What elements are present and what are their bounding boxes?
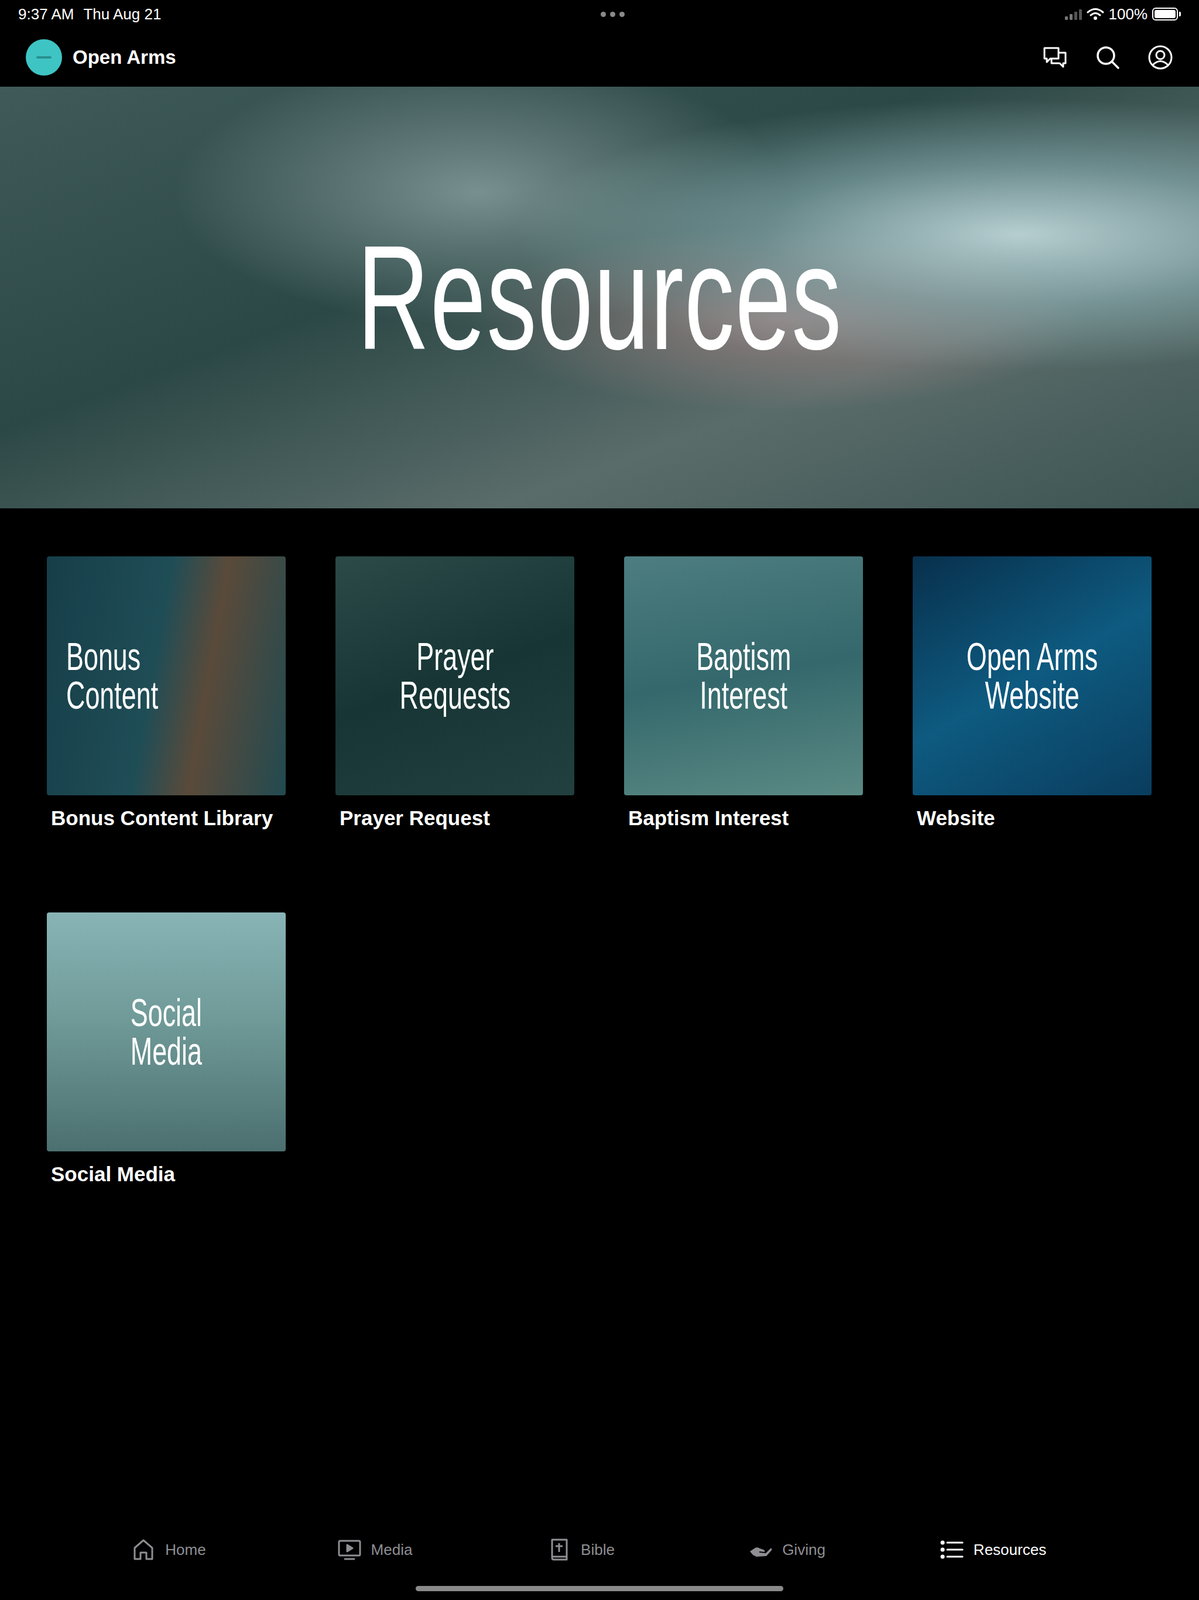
hero-banner: Resources (0, 86, 1199, 509)
bible-icon (546, 1536, 572, 1562)
list-icon (939, 1536, 965, 1562)
status-right: 100% (1064, 2, 1182, 26)
tab-label: Home (165, 1537, 206, 1561)
tab-bar: Home Media Bible Giving Resources (0, 1522, 1199, 1577)
tile-title: Open ArmsWebsite (966, 636, 1098, 715)
resource-tile[interactable]: BonusContent (46, 556, 286, 796)
multitask-dots-icon[interactable] (600, 11, 625, 17)
resource-grid: BonusContent Bonus Content Library PrayerR… (0, 508, 1199, 1187)
hero-title: Resources (357, 215, 843, 380)
tile-title-line: Baptism (696, 636, 791, 676)
app-title: Open Arms (72, 45, 177, 70)
resource-tile[interactable]: PrayerRequests (335, 556, 575, 796)
tab-label: Media (371, 1537, 413, 1561)
tab-item[interactable]: Home (65, 1536, 272, 1562)
resource-item[interactable]: PrayerRequests Prayer Request (335, 556, 575, 831)
tab-label: Giving (782, 1537, 826, 1561)
home-indicator (0, 1576, 1199, 1600)
tab-item[interactable]: Resources (889, 1536, 1096, 1562)
church-logo-icon (25, 39, 63, 76)
resource-item[interactable]: BonusContent Bonus Content Library (46, 556, 286, 831)
tile-label[interactable]: Baptism Interest (624, 805, 863, 831)
tile-title: PrayerRequests (399, 636, 511, 715)
profile-icon-svg (1147, 44, 1174, 71)
tile-title-line: Open Arms (966, 636, 1098, 676)
wifi-icon-svg (1086, 7, 1105, 21)
giving-icon (748, 1536, 773, 1562)
dot (610, 11, 616, 17)
tile-title-line: Requests (399, 675, 511, 715)
status-time: 9:37 AM (18, 2, 74, 26)
header-actions (1042, 44, 1174, 71)
tile-title-line: Prayer (399, 636, 511, 676)
battery-icon (1152, 7, 1181, 21)
resource-tile[interactable]: SocialMedia (46, 912, 286, 1151)
brand[interactable]: Open Arms (25, 39, 177, 76)
search-icon-svg (1094, 44, 1121, 71)
tile-label[interactable]: Bonus Content Library (46, 805, 286, 831)
tab-label: Resources (973, 1537, 1047, 1561)
list-icon-svg (939, 1536, 965, 1562)
home-icon (131, 1536, 156, 1562)
chat-icon[interactable] (1042, 44, 1068, 71)
tab-item[interactable]: Media (271, 1536, 478, 1562)
media-icon (337, 1536, 362, 1562)
status-left: 9:37 AM Thu Aug 21 (18, 2, 161, 26)
tile-title: SocialMedia (130, 992, 202, 1071)
dot (600, 11, 606, 17)
media-icon-svg (337, 1536, 362, 1562)
app-header: Open Arms (0, 28, 1199, 87)
giving-icon-svg (748, 1536, 773, 1562)
tile-title: BonusContent (66, 636, 159, 715)
tile-title-line: Social (130, 992, 202, 1032)
battery-fill (1154, 9, 1176, 19)
status-date: Thu Aug 21 (83, 2, 161, 26)
status-bar: 9:37 AM Thu Aug 21 100% (0, 0, 1199, 29)
resource-tile[interactable]: BaptismInterest (624, 556, 863, 796)
home-indicator-bar[interactable] (415, 1585, 784, 1591)
battery-percent: 100% (1108, 2, 1149, 26)
resource-item[interactable]: BaptismInterestBaptism Interest (624, 556, 863, 831)
resource-tile[interactable]: Open ArmsWebsite (912, 556, 1152, 796)
tab-item[interactable]: Bible (477, 1536, 684, 1562)
tile-label[interactable]: Social Media (46, 1161, 286, 1187)
signal-icon (1064, 8, 1082, 20)
battery-track (1152, 7, 1178, 21)
resource-item[interactable]: Open ArmsWebsiteWebsite (912, 556, 1152, 831)
tile-title-line: Bonus (66, 636, 159, 676)
signal-icon-svg (1064, 8, 1082, 20)
wifi-icon (1086, 7, 1105, 21)
logo-mark (36, 56, 52, 59)
tab-label: Bible (580, 1537, 615, 1561)
tile-label[interactable]: Prayer Request (335, 805, 575, 831)
tile-title-line: Interest (696, 675, 791, 715)
resource-item[interactable]: SocialMediaSocial Media (46, 912, 286, 1187)
home-icon-svg (131, 1536, 156, 1562)
search-icon[interactable] (1094, 44, 1121, 71)
tile-title: BaptismInterest (696, 636, 791, 715)
chat-icon-svg (1042, 44, 1068, 71)
bible-icon-svg (546, 1536, 572, 1562)
tile-title-line: Content (66, 675, 159, 715)
dot (619, 11, 625, 17)
tile-title-line: Media (130, 1031, 202, 1071)
battery-nub (1179, 11, 1181, 17)
tile-title-line: Website (966, 675, 1098, 715)
tile-label[interactable]: Website (912, 805, 1152, 831)
profile-icon[interactable] (1147, 44, 1174, 71)
tab-item[interactable]: Giving (683, 1536, 890, 1562)
